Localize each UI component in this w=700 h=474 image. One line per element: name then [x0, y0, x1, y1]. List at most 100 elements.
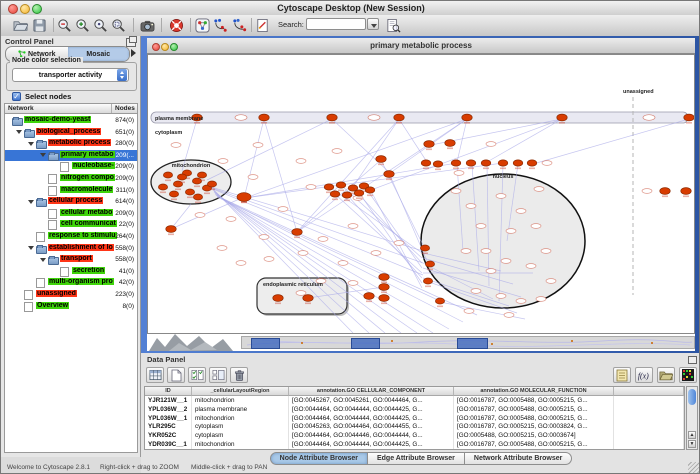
network-tree-row[interactable]: nucleobase-209(0)	[5, 161, 137, 173]
table-cell[interactable]: YPL036W__2	[145, 405, 192, 414]
network-tree-row[interactable]: unassigned223(0)	[5, 289, 137, 301]
table-cell[interactable]: YJR121W__1	[145, 396, 192, 405]
node[interactable]	[481, 160, 491, 166]
table-cell[interactable]: [GO:0016787, GO:0005488, GO:0005215, G..…	[454, 414, 614, 423]
layout-xy-icon[interactable]	[212, 17, 229, 34]
table-cell[interactable]: YKR052C	[145, 431, 192, 440]
network-tree-row[interactable]: cellular process614(0)	[5, 196, 137, 208]
node[interactable]	[527, 160, 537, 166]
table-cell[interactable]: [GO:0044464, GO:0044444, GO:0044425, G..…	[289, 414, 454, 423]
layout-attribute-icon[interactable]	[231, 17, 248, 34]
attribute-table[interactable]: ID_cellularLayoutRegionannotation.GO CEL…	[144, 386, 685, 450]
table-cell[interactable]: [GO:0016787, GO:0005488, GO:0005215, G..…	[454, 405, 614, 414]
network-tree-row[interactable]: cell communicat22(0)	[5, 219, 137, 231]
heatmap-matrix-icon[interactable]	[679, 367, 697, 383]
node[interactable]	[379, 284, 389, 291]
data-panel-float-icon[interactable]	[688, 356, 697, 364]
network-panel-icon[interactable]	[194, 17, 211, 34]
node[interactable]	[660, 188, 670, 195]
node[interactable]	[324, 184, 334, 190]
zoom-out-icon[interactable]	[56, 17, 73, 34]
tree-column-network[interactable]: Network	[5, 104, 112, 113]
network-tree-row[interactable]: macromolecule311(0)	[5, 185, 137, 197]
search-index-icon[interactable]	[385, 17, 402, 34]
node-color-dropdown[interactable]: transporter activity	[12, 68, 129, 82]
window-resize-grip[interactable]	[688, 462, 699, 473]
network-tree-row[interactable]: multi-organism pro42(0)	[5, 277, 137, 289]
node[interactable]	[681, 188, 691, 195]
navigator-viewport-3[interactable]	[457, 338, 488, 349]
node[interactable]	[425, 261, 434, 267]
notes-icon[interactable]	[613, 367, 631, 383]
network-tree-row[interactable]: mosaic-demo-yeast874(0)	[5, 115, 137, 127]
table-cell[interactable]: YDR039C__1	[145, 440, 192, 449]
table-cell[interactable]: cytoplasm	[192, 431, 289, 440]
new-attribute-icon[interactable]	[167, 367, 185, 383]
node[interactable]	[379, 274, 389, 281]
node[interactable]	[273, 295, 283, 302]
table-cell[interactable]: [GO:0016787, GO:0005488, GO:0005215, G..…	[454, 440, 614, 449]
network-navigator-strip[interactable]	[241, 336, 695, 349]
node[interactable]	[421, 160, 431, 166]
tree-column-nodes[interactable]: Nodes	[112, 104, 137, 113]
help-lifesaver-icon[interactable]	[168, 17, 185, 34]
search-dropdown-icon[interactable]	[367, 18, 379, 30]
table-column-header[interactable]	[614, 387, 684, 396]
scroll-down-icon[interactable]: ▼	[688, 440, 696, 448]
node[interactable]	[354, 190, 364, 196]
network-tree-row[interactable]: cellular metabo209(0)	[5, 208, 137, 220]
zoom-selected-icon[interactable]	[110, 17, 127, 34]
zoom-in-icon[interactable]	[74, 17, 91, 34]
tab-overflow-arrow-icon[interactable]	[131, 49, 136, 57]
table-cell[interactable]: [GO:0045267, GO:0045261, GO:0044464, G..…	[289, 396, 454, 405]
expander-icon[interactable]	[16, 130, 22, 134]
table-cell[interactable]	[614, 396, 684, 405]
open-folder-icon[interactable]	[12, 17, 29, 34]
delete-attribute-trash-icon[interactable]	[230, 367, 248, 383]
node[interactable]	[207, 181, 216, 187]
node[interactable]	[330, 191, 340, 197]
table-cell[interactable]: [GO:0045263, GO:0044464, GO:0044455, G..…	[289, 422, 454, 431]
table-cell[interactable]: [GO:0005488, GO:0005215, GO:0003674]	[454, 431, 614, 440]
scrollbar-thumb[interactable]	[688, 389, 696, 405]
table-cell[interactable]	[614, 431, 684, 440]
expander-icon[interactable]	[28, 200, 34, 204]
node[interactable]	[163, 172, 172, 178]
table-column-header[interactable]: annotation.GO CELLULAR_COMPONENT	[289, 387, 454, 396]
node[interactable]	[445, 140, 455, 147]
node[interactable]	[336, 182, 346, 188]
node[interactable]	[327, 114, 337, 121]
table-cell[interactable]: plasma membrane	[192, 405, 289, 414]
node[interactable]	[498, 160, 508, 166]
node[interactable]	[342, 192, 352, 198]
node[interactable]	[166, 226, 176, 233]
node[interactable]	[303, 295, 313, 302]
node[interactable]	[423, 278, 432, 284]
formula-fx-icon[interactable]: f(x)	[635, 367, 653, 383]
table-cell[interactable]: mitochondrion	[192, 414, 289, 423]
node[interactable]	[433, 161, 443, 167]
table-cell[interactable]	[614, 422, 684, 431]
node[interactable]	[237, 193, 251, 202]
node[interactable]	[513, 160, 523, 166]
node[interactable]	[185, 189, 194, 195]
table-scrollbar[interactable]: ▲ ▼	[686, 386, 698, 450]
expander-icon[interactable]	[28, 142, 34, 146]
network-tree-row[interactable]: Overview8(0)	[5, 301, 137, 313]
table-cell[interactable]: [GO:0044464, GO:0044444, GO:0044425, G..…	[289, 405, 454, 414]
import-attributes-folder-icon[interactable]	[657, 367, 675, 383]
network-tree-row[interactable]: nitrogen compo209(0)	[5, 173, 137, 185]
table-column-header[interactable]: ID	[145, 387, 192, 396]
network-tree-row[interactable]: biological_process651(0)	[5, 127, 137, 139]
table-column-header[interactable]: _cellularLayoutRegion	[192, 387, 289, 396]
table-cell[interactable]: [GO:0044464, GO:0044444, GO:0044425, G..…	[289, 440, 454, 449]
table-cell[interactable]: [GO:0044464, GO:0044446, GO:0044444, G..…	[289, 431, 454, 440]
table-cell[interactable]	[614, 405, 684, 414]
network-tree-row[interactable]: response to stimulu264(0)	[5, 231, 137, 243]
attribute-layout-icon[interactable]	[209, 367, 227, 383]
node[interactable]	[466, 160, 476, 166]
table-cell[interactable]	[614, 440, 684, 449]
navigator-viewport-1[interactable]	[251, 338, 280, 349]
node[interactable]	[292, 229, 302, 236]
table-cell[interactable]: mitochondrion	[192, 440, 289, 449]
